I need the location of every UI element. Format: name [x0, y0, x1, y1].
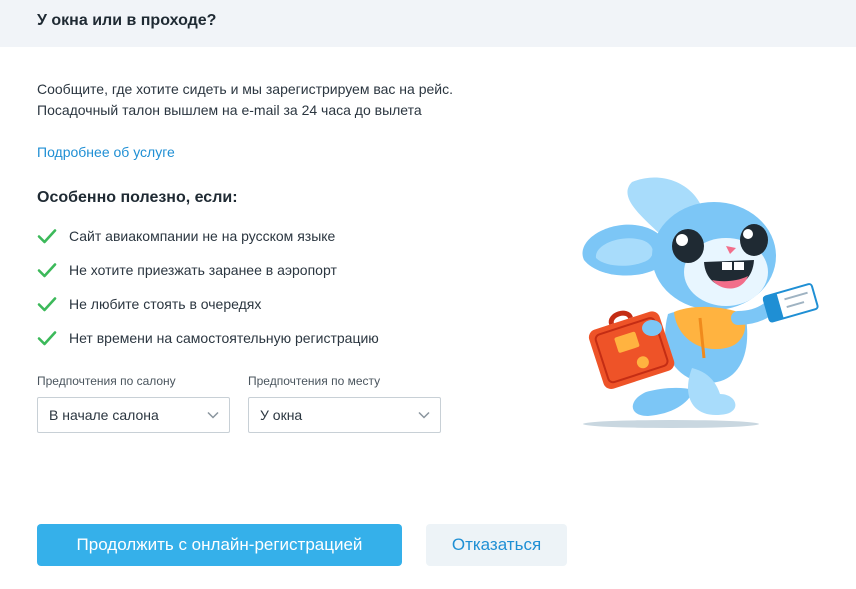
- seat-preference-value: У окна: [260, 407, 303, 423]
- dialog-header: У окна или в проходе?: [0, 0, 856, 47]
- check-icon: [37, 229, 57, 244]
- description-line-2: Посадочный талон вышлем на e-mail за 24 …: [37, 102, 422, 118]
- check-icon: [37, 331, 57, 346]
- seat-preference-label: Предпочтения по месту: [248, 374, 381, 388]
- service-description: Сообщите, где хотите сидеть и мы зарегис…: [37, 79, 453, 121]
- check-icon: [37, 297, 57, 312]
- benefit-text: Сайт авиакомпании не на русском языке: [69, 228, 336, 244]
- benefit-text: Нет времени на самостоятельную регистрац…: [69, 330, 379, 346]
- seat-preference-select[interactable]: У окна: [248, 397, 441, 433]
- list-item: Нет времени на самостоятельную регистрац…: [37, 321, 379, 355]
- service-details-link[interactable]: Подробнее об услуге: [37, 144, 175, 160]
- list-item: Сайт авиакомпании не на русском языке: [37, 219, 379, 253]
- description-line-1: Сообщите, где хотите сидеть и мы зарегис…: [37, 81, 454, 97]
- cabin-preference-label: Предпочтения по салону: [37, 374, 176, 388]
- chevron-down-icon: [418, 411, 430, 419]
- cabin-preference-select[interactable]: В начале салона: [37, 397, 230, 433]
- decline-button[interactable]: Отказаться: [426, 524, 567, 566]
- benefit-text: Не хотите приезжать заранее в аэропорт: [69, 262, 337, 278]
- list-item: Не любите стоять в очередях: [37, 287, 379, 321]
- benefits-title: Особенно полезно, если:: [37, 189, 238, 206]
- check-icon: [37, 263, 57, 278]
- list-item: Не хотите приезжать заранее в аэропорт: [37, 253, 379, 287]
- mascot-rabbit-illustration: [582, 177, 819, 428]
- continue-registration-button[interactable]: Продолжить с онлайн-регистрацией: [37, 524, 402, 566]
- chevron-down-icon: [207, 411, 219, 419]
- benefits-list: Сайт авиакомпании не на русском языке Не…: [37, 219, 379, 355]
- cabin-preference-value: В начале салона: [49, 407, 159, 423]
- benefit-text: Не любите стоять в очередях: [69, 296, 262, 312]
- dialog-title: У окна или в проходе?: [37, 12, 217, 29]
